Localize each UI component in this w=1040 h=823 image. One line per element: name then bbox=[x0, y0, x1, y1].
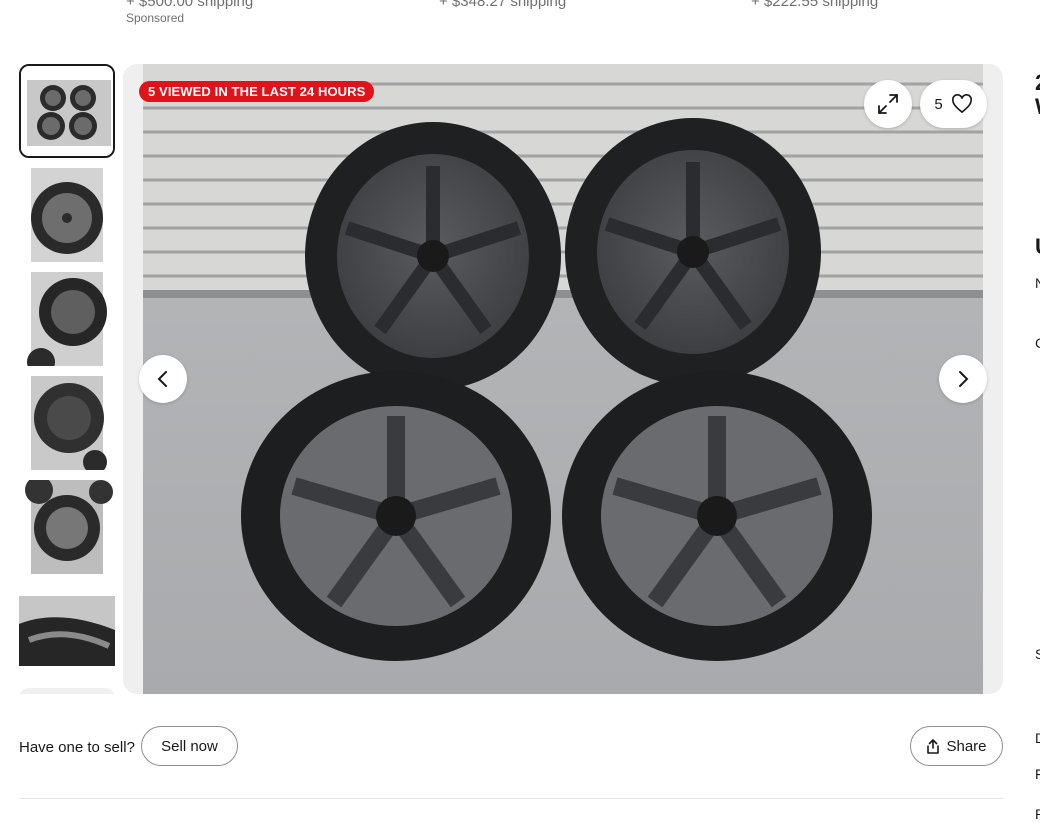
sell-prompt: Have one to sell? bbox=[19, 739, 135, 756]
watch-button[interactable]: 5 bbox=[920, 80, 987, 128]
shipping-price-2: + $348.27 shipping bbox=[439, 0, 567, 10]
thumbnail-2[interactable] bbox=[19, 168, 115, 262]
item-details-panel: 2 W U N C S D F P bbox=[1030, 0, 1040, 823]
share-icon bbox=[927, 738, 940, 754]
previous-image-button[interactable] bbox=[139, 355, 187, 403]
shipping-strip: + $500.00 shipping + $348.27 shipping + … bbox=[0, 0, 1040, 30]
detail-fragment-3: S bbox=[1035, 646, 1040, 662]
detail-fragment-2: C bbox=[1035, 335, 1040, 351]
shipping-price-3: + $222.55 shipping bbox=[751, 0, 879, 10]
detail-fragment-1: N bbox=[1035, 275, 1040, 291]
detail-fragment-4: D bbox=[1035, 730, 1040, 746]
thumbnail-4[interactable] bbox=[19, 376, 115, 470]
sponsored-label: Sponsored bbox=[126, 11, 185, 25]
detail-fragment-5: F bbox=[1035, 766, 1040, 782]
title-fragment-1: 2 bbox=[1035, 70, 1040, 96]
sell-row: Have one to sell? Sell now Share bbox=[19, 726, 1003, 768]
chevron-right-icon bbox=[959, 371, 969, 387]
divider bbox=[19, 798, 1003, 799]
main-image-gallery[interactable] bbox=[123, 64, 1003, 694]
viewed-badge: 5 VIEWED IN THE LAST 24 HOURS bbox=[139, 81, 375, 102]
thumbnail-1[interactable] bbox=[19, 64, 115, 158]
thumbnail-5[interactable] bbox=[19, 480, 115, 574]
title-fragment-2: W bbox=[1035, 94, 1040, 120]
watch-count: 5 bbox=[934, 95, 943, 113]
share-label: Share bbox=[946, 737, 987, 755]
thumbnail-strip[interactable] bbox=[19, 64, 116, 694]
expand-button[interactable] bbox=[864, 80, 912, 128]
shipping-price-1: + $500.00 shipping bbox=[126, 0, 254, 10]
price-fragment: U bbox=[1035, 234, 1040, 260]
thumbnail-6[interactable] bbox=[19, 584, 115, 678]
thumbnail-7[interactable] bbox=[19, 688, 115, 694]
thumbnail-3[interactable] bbox=[19, 272, 115, 366]
share-button[interactable]: Share bbox=[910, 726, 1003, 766]
main-product-image[interactable] bbox=[143, 64, 983, 694]
sell-now-label: Sell now bbox=[161, 737, 218, 755]
chevron-left-icon bbox=[157, 371, 167, 387]
expand-icon bbox=[878, 94, 898, 114]
sell-now-button[interactable]: Sell now bbox=[141, 726, 238, 766]
detail-fragment-6: P bbox=[1035, 806, 1040, 822]
next-image-button[interactable] bbox=[939, 355, 987, 403]
heart-icon bbox=[951, 94, 972, 114]
